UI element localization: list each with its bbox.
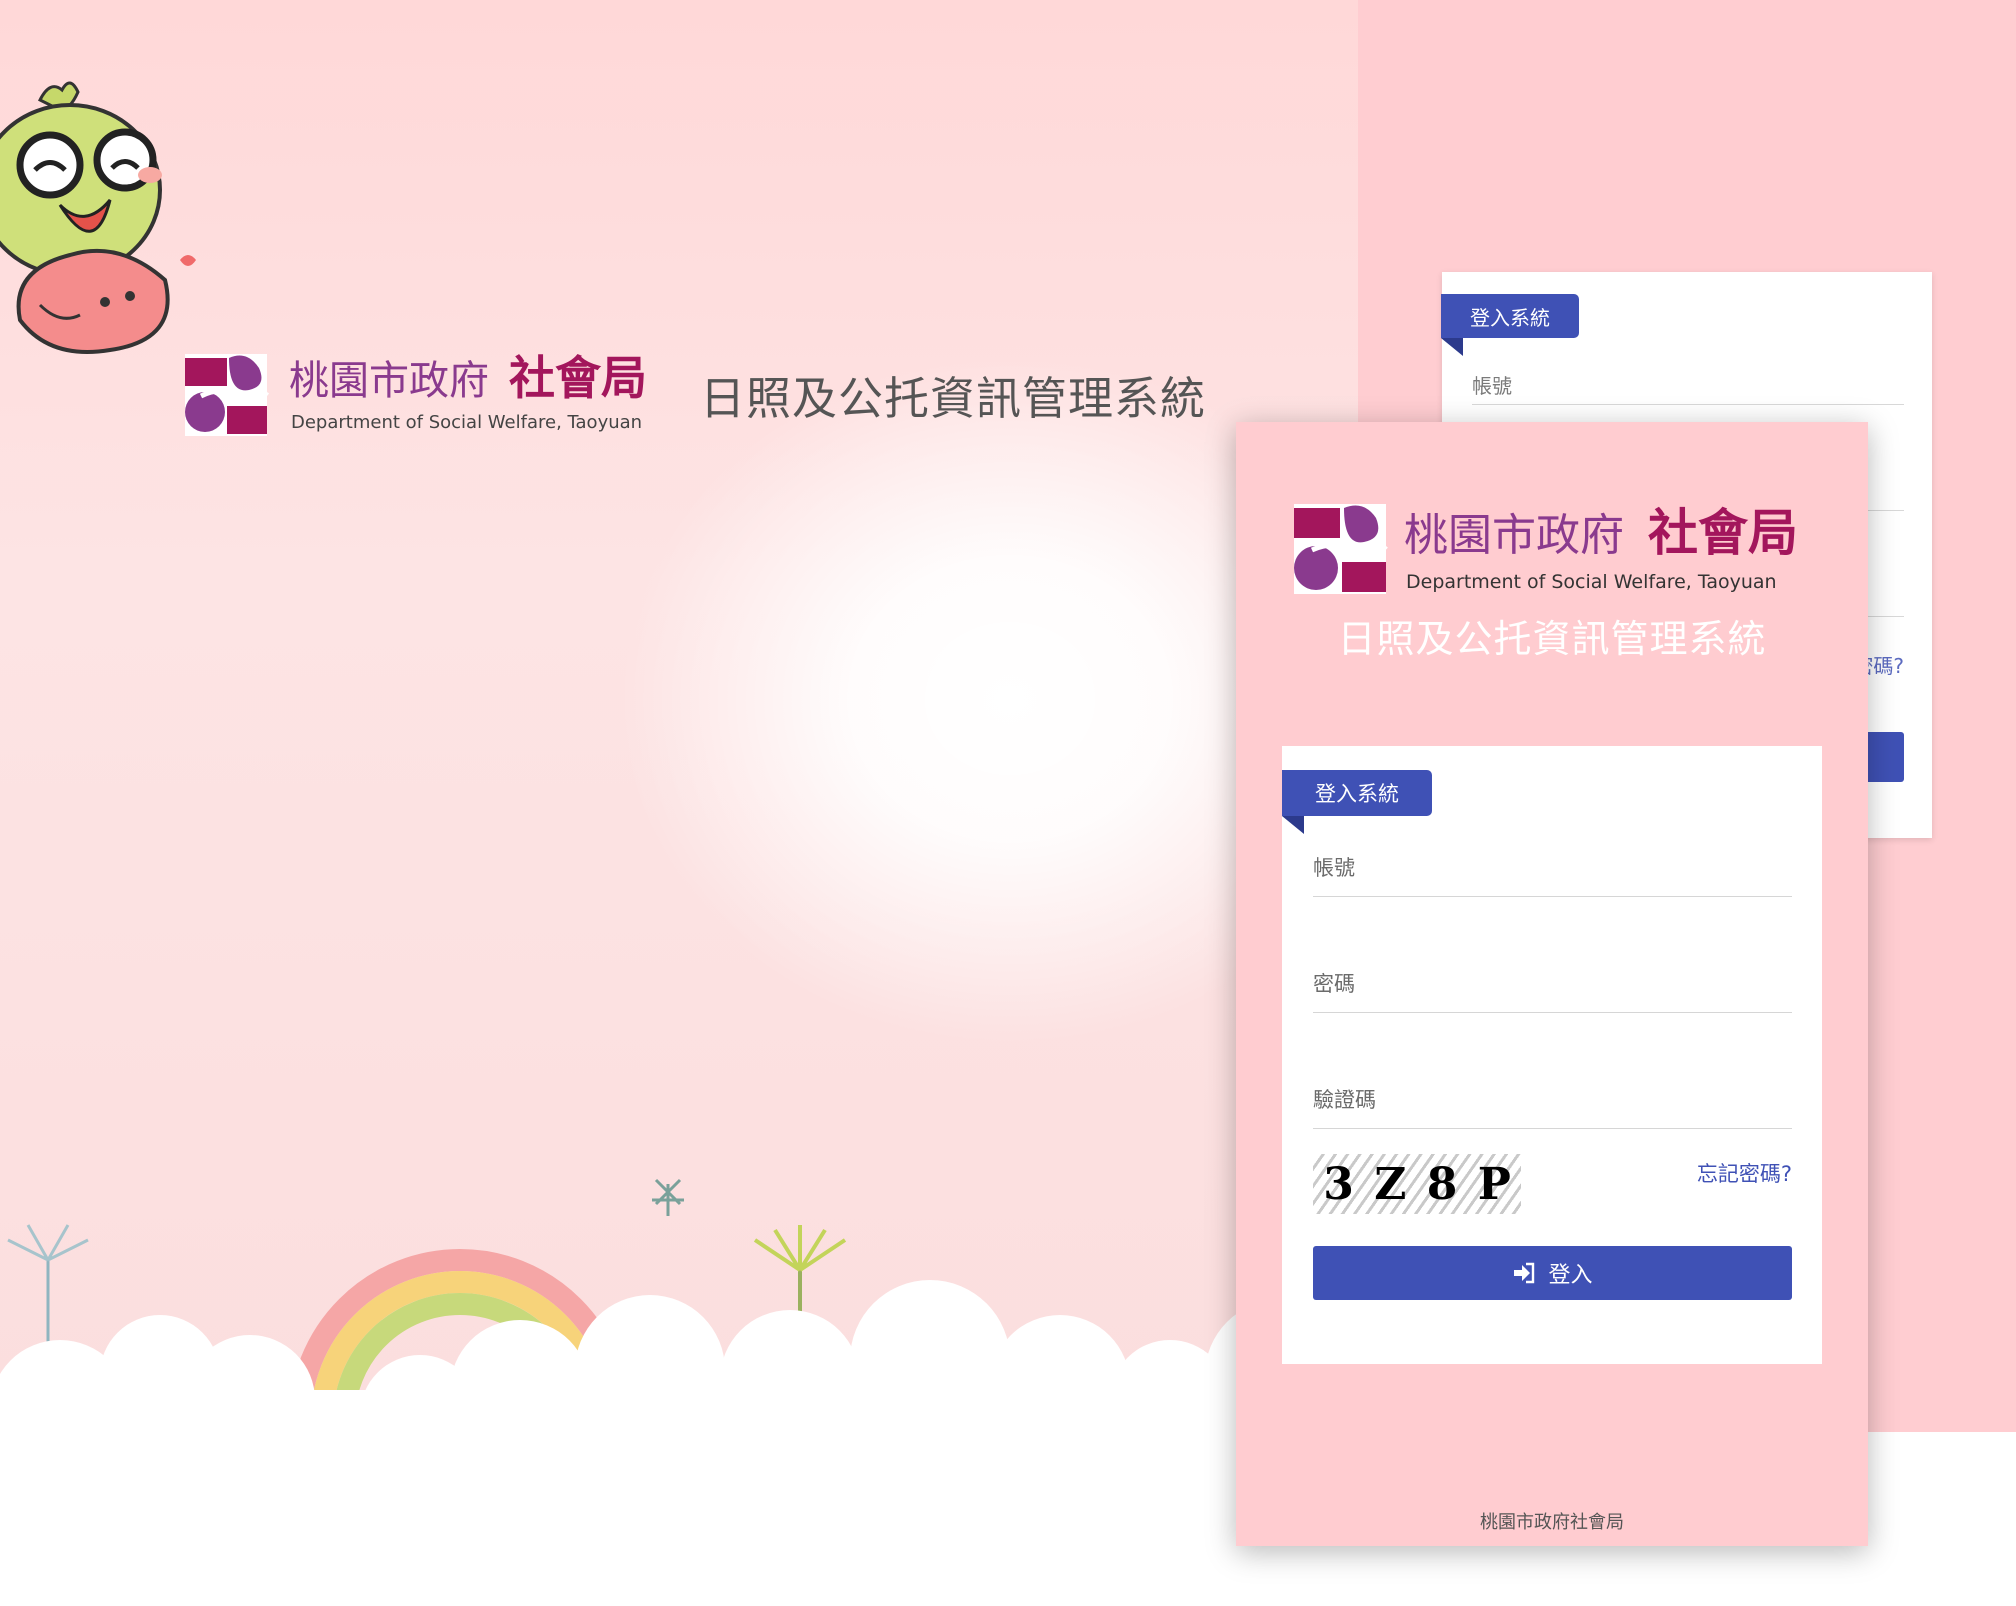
desktop-ribbon-tail	[1441, 338, 1463, 356]
captcha-input[interactable]	[1313, 1120, 1792, 1129]
account-input[interactable]	[1313, 888, 1792, 897]
header-logo: 桃園市政府 社會局 Department of Social Welfare, …	[185, 351, 647, 436]
ribbon-tail	[1282, 816, 1304, 834]
mobile-system-title: 日照及公托資訊管理系統	[1337, 617, 1767, 661]
captcha-char: P	[1477, 1158, 1511, 1210]
mobile-logo-en: Department of Social Welfare, Taoyuan	[1406, 571, 1777, 593]
header-logo-en: Department of Social Welfare, Taoyuan	[291, 412, 642, 433]
header-system-title: 日照及公托資訊管理系統	[700, 372, 1207, 425]
mascot-illustration	[0, 81, 196, 354]
password-label: 密碼	[1313, 972, 1355, 996]
captcha-label: 驗證碼	[1313, 1088, 1376, 1112]
account-field: 帳號	[1313, 852, 1792, 897]
footer-text: 桃園市政府社會局	[1480, 1512, 1624, 1533]
clouds-illustration	[0, 1178, 1360, 1432]
mobile-panel: 桃園市政府 社會局 Department of Social Welfare, …	[1236, 422, 1868, 1546]
captcha-field: 驗證碼	[1313, 1084, 1792, 1129]
password-field: 密碼	[1313, 968, 1792, 1013]
captcha-image[interactable]: 3 Z 8 P	[1313, 1154, 1521, 1214]
header-logo-zh: 桃園市政府	[289, 358, 489, 404]
login-card: 登入系統 帳號 密碼 驗證碼 3 Z 8 P 忘記密碼? 登入	[1282, 746, 1822, 1364]
desktop-login-ribbon: 登入系統	[1441, 294, 1579, 356]
login-button[interactable]: 登入	[1313, 1246, 1792, 1300]
sign-in-icon	[1514, 1262, 1535, 1284]
password-input[interactable]	[1313, 1004, 1792, 1013]
header-logo-zh-bold: 社會局	[509, 351, 647, 405]
mobile-logo-zh-bold: 社會局	[1648, 504, 1798, 562]
account-label: 帳號	[1313, 856, 1355, 880]
captcha-char: Z	[1374, 1158, 1407, 1210]
desktop-account-label: 帳號	[1472, 374, 1512, 398]
login-button-label: 登入	[1548, 1263, 1593, 1288]
forgot-password-link[interactable]: 忘記密碼?	[1697, 1158, 1792, 1188]
desktop-account-field[interactable]	[1472, 404, 1904, 405]
captcha-char: 8	[1426, 1158, 1458, 1210]
captcha-char: 3	[1323, 1158, 1354, 1210]
mobile-logo-zh: 桃園市政府	[1404, 510, 1624, 561]
login-ribbon-label: 登入系統	[1315, 782, 1399, 806]
mobile-logo: 桃園市政府 社會局 Department of Social Welfare, …	[1294, 504, 1798, 594]
desktop-login-ribbon-label: 登入系統	[1470, 305, 1550, 330]
login-ribbon: 登入系統	[1282, 770, 1432, 834]
